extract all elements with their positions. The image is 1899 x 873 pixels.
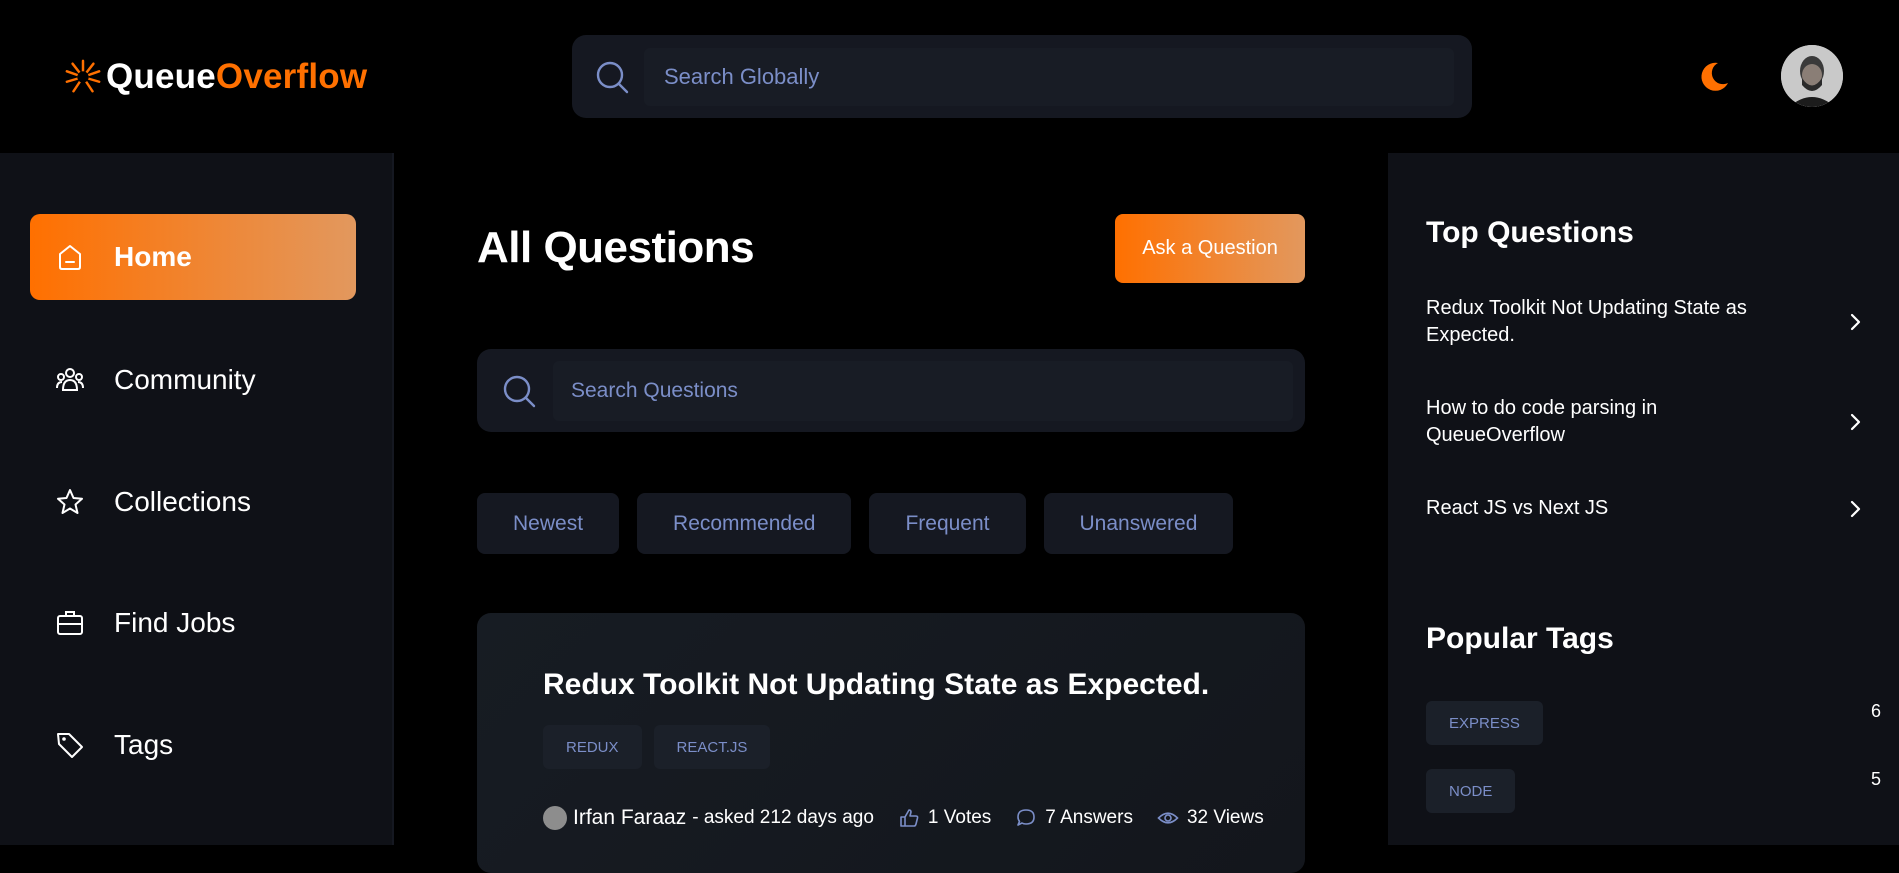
top-navbar: QueueOverflow (0, 0, 1899, 153)
filter-tabs: Newest Recommended Frequent Unanswered (477, 493, 1234, 554)
popular-tag-row[interactable]: NODE 5 (1426, 769, 1881, 813)
votes-stat: 1 Votes (898, 807, 991, 829)
sidebar-item-community[interactable]: Community (30, 337, 356, 423)
tag-count: 6 (1870, 701, 1881, 721)
global-search-input[interactable] (644, 47, 1454, 106)
logo-text-part2: Overflow (215, 57, 368, 96)
logo-text: QueueOverflow (106, 57, 367, 97)
question-search-bar (477, 349, 1305, 432)
answers-count: 7 Answers (1045, 807, 1133, 828)
tag-icon (57, 733, 83, 758)
star-icon (57, 489, 83, 514)
thumbs-up-icon (900, 809, 919, 827)
global-search-bar (572, 35, 1472, 118)
users-icon (56, 368, 84, 391)
question-search-input[interactable] (553, 360, 1293, 421)
search-icon (596, 61, 629, 93)
top-question-item[interactable]: Redux Toolkit Not Updating State as Expe… (1426, 295, 1866, 349)
question-tags: REDUX REACT.JS (543, 725, 771, 769)
top-question-item[interactable]: React JS vs Next JS (1426, 495, 1866, 522)
filter-recommended-button[interactable]: Recommended (637, 493, 852, 554)
ask-question-button[interactable]: Ask a Question (1115, 214, 1305, 283)
top-question-title: How to do code parsing in QueueOverflow (1426, 397, 1658, 446)
briefcase-icon (57, 611, 83, 635)
sidebar-item-label: Tags (114, 729, 174, 760)
asked-time: - asked 212 days ago (692, 807, 874, 828)
sidebar-item-label: Find Jobs (114, 607, 236, 638)
filter-unanswered-button[interactable]: Unanswered (1043, 493, 1234, 554)
top-questions-heading: Top Questions (1426, 216, 1634, 249)
user-avatar[interactable] (1781, 45, 1843, 107)
question-meta: Irfan Faraaz - asked 212 days ago 1 Vote… (543, 806, 1264, 830)
author-avatar[interactable] (543, 806, 567, 830)
page-title: All Questions (477, 223, 755, 272)
logo-burst-icon (65, 59, 101, 93)
tag-chip[interactable]: EXPRESS (1426, 701, 1543, 745)
top-question-title: Redux Toolkit Not Updating State as Expe… (1426, 297, 1747, 346)
author-name[interactable]: Irfan Faraaz (573, 806, 686, 830)
sidebar-item-home[interactable]: Home (30, 214, 356, 300)
votes-count: 1 Votes (927, 807, 992, 828)
top-question-item[interactable]: How to do code parsing in QueueOverflow (1426, 395, 1866, 449)
main-content: All Questions Ask a Question Newest Reco… (394, 153, 1388, 873)
tag-chip[interactable]: NODE (1426, 769, 1516, 813)
chevron-right-icon (1850, 500, 1861, 517)
moon-icon[interactable] (1696, 59, 1732, 95)
sidebar-item-label: Home (114, 241, 192, 272)
tag-chip[interactable]: REACT.JS (653, 725, 771, 769)
left-sidebar: Home Community Collections Find Jobs Tag… (0, 153, 394, 845)
popular-tags-heading: Popular Tags (1426, 622, 1614, 655)
avatar-image (1781, 45, 1843, 107)
comment-icon (1017, 809, 1036, 826)
chevron-right-icon (1850, 413, 1861, 431)
chevron-right-icon (1850, 313, 1861, 331)
question-card[interactable]: Redux Toolkit Not Updating State as Expe… (477, 613, 1305, 873)
logo[interactable]: QueueOverflow (64, 55, 367, 99)
sidebar-item-find-jobs[interactable]: Find Jobs (30, 580, 356, 666)
answers-stat: 7 Answers (1015, 807, 1133, 829)
sidebar-item-collections[interactable]: Collections (30, 459, 356, 545)
sidebar-item-label: Collections (114, 486, 251, 517)
views-stat: 32 Views (1157, 807, 1264, 829)
tag-chip[interactable]: REDUX (543, 725, 642, 769)
logo-text-part1: Queue (106, 57, 216, 96)
eye-icon (1157, 812, 1179, 824)
popular-tag-row[interactable]: EXPRESS 6 (1426, 701, 1881, 745)
question-title[interactable]: Redux Toolkit Not Updating State as Expe… (543, 668, 1209, 702)
views-count: 32 Views (1186, 807, 1264, 828)
top-question-title: React JS vs Next JS (1426, 497, 1609, 519)
tag-count: 5 (1870, 769, 1881, 789)
home-icon (59, 245, 81, 270)
sidebar-item-tags[interactable]: Tags (30, 702, 356, 788)
sidebar-item-label: Community (114, 364, 256, 395)
search-icon (503, 375, 536, 407)
filter-frequent-button[interactable]: Frequent (869, 493, 1026, 554)
right-sidebar: Top Questions Redux Toolkit Not Updating… (1388, 153, 1899, 845)
filter-newest-button[interactable]: Newest (477, 493, 620, 554)
